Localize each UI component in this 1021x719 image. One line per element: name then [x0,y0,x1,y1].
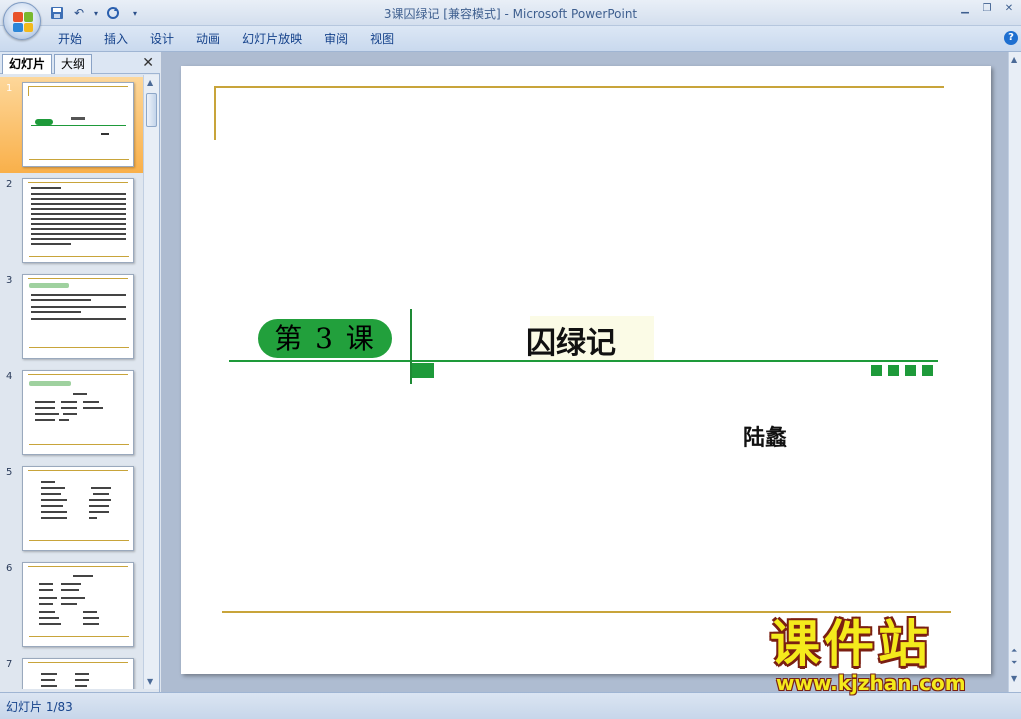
top-gold-rule [215,86,944,88]
slide-thumbnail[interactable] [22,274,134,359]
thumbnail-row[interactable]: 2 [0,173,143,269]
close-icon[interactable]: ✕ [1001,2,1017,16]
bottom-gold-rule [222,611,951,613]
slide-canvas[interactable]: 第 3 课 囚绿记 陆蠡 [181,66,991,674]
window-title: 3课囚绿记 [兼容模式] - Microsoft PowerPoint [383,7,638,21]
slide-number: 6 [6,563,13,574]
slide-thumbnail[interactable] [22,370,134,455]
slide-number: 3 [6,275,13,286]
restore-icon[interactable]: ❐ [979,2,995,16]
title-bar: ↶ ▾ ▾ 3课囚绿记 [兼容模式] - Microsoft PowerPoin… [0,0,1021,40]
scroll-down-icon[interactable]: ▼ [1011,674,1017,683]
next-slide-icon[interactable]: ⏷ [1011,658,1017,668]
lesson-label[interactable]: 第 3 课 [258,319,392,358]
scroll-up-icon[interactable]: ▲ [1011,55,1017,64]
tab-review[interactable]: 审阅 [313,31,359,47]
green-square [905,365,916,376]
tab-slideshow[interactable]: 幻灯片放映 [231,31,313,47]
status-bar: 幻灯片 1/83 [0,692,1021,719]
slide-author[interactable]: 陆蠡 [743,420,787,452]
tab-home[interactable]: 开始 [47,31,93,47]
thumbnail-row[interactable]: 4 [0,365,143,461]
ribbon: 开始 插入 设计 动画 幻灯片放映 审阅 视图 ? [0,26,1021,52]
slide-thumbnail[interactable] [22,466,134,551]
scrollbar-thumb[interactable] [146,93,157,127]
scroll-up-icon[interactable]: ▲ [147,78,153,87]
ribbon-tabs: 开始 插入 设计 动画 幻灯片放映 审阅 视图 [47,31,405,47]
scroll-down-icon[interactable]: ▼ [147,677,153,686]
watermark-logo: 课件站 www.kjzhan.com [770,616,1010,694]
slide-indicator: 幻灯片 1/83 [6,700,73,714]
slide-title[interactable]: 囚绿记 [526,318,636,362]
prev-slide-icon[interactable]: ⏶ [1011,646,1017,656]
close-icon[interactable]: ✕ [142,55,154,71]
slide-thumbnail[interactable] [22,82,134,167]
tab-insert[interactable]: 插入 [93,31,139,47]
thumbnail-row[interactable]: 6 [0,557,143,653]
slide-thumbnail[interactable] [22,178,134,263]
slide-number: 5 [6,467,13,478]
green-square [888,365,899,376]
minimize-icon[interactable]: ▁ [957,2,973,16]
green-square [871,365,882,376]
slide-number: 4 [6,371,13,382]
slide-number: 7 [6,659,13,670]
thumbnail-list: 1 2 3 4 5 6 7 [0,75,143,689]
tab-animations[interactable]: 动画 [185,31,231,47]
editor-scrollbar[interactable]: ▲ ⏶ ⏷ ▼ [1008,52,1021,692]
slide-number: 1 [6,83,13,94]
tab-design[interactable]: 设计 [139,31,185,47]
thumbnail-row[interactable]: 1 [0,77,143,173]
slide-number: 2 [6,179,13,190]
slide-editor: 第 3 课 囚绿记 陆蠡 [161,52,1008,692]
pane-tabs: 幻灯片 大纲 ✕ [0,52,160,74]
slides-pane: 幻灯片 大纲 ✕ 1 2 3 4 5 6 7 ▲ ▼ [0,52,160,692]
thumbnail-row[interactable]: 7 [0,653,143,689]
top-gold-corner [214,86,216,140]
tab-outline[interactable]: 大纲 [54,54,93,74]
window-controls: ▁ ❐ ✕ [957,2,1017,16]
office-button[interactable] [3,2,41,40]
tab-slides[interactable]: 幻灯片 [2,54,53,74]
thumbnail-row[interactable]: 5 [0,461,143,557]
watermark-brand: 课件站 [770,615,932,673]
office-logo-icon [13,12,33,32]
thumbnail-row[interactable]: 3 [0,269,143,365]
green-square [922,365,933,376]
thumbnail-scrollbar[interactable]: ▲ ▼ [143,75,159,689]
green-square-large [412,363,434,378]
help-icon[interactable]: ? [1004,31,1018,45]
watermark-url: www.kjzhan.com [776,671,966,695]
slide-thumbnail[interactable] [22,562,134,647]
tab-view[interactable]: 视图 [359,31,405,47]
slide-thumbnail[interactable] [22,658,134,689]
